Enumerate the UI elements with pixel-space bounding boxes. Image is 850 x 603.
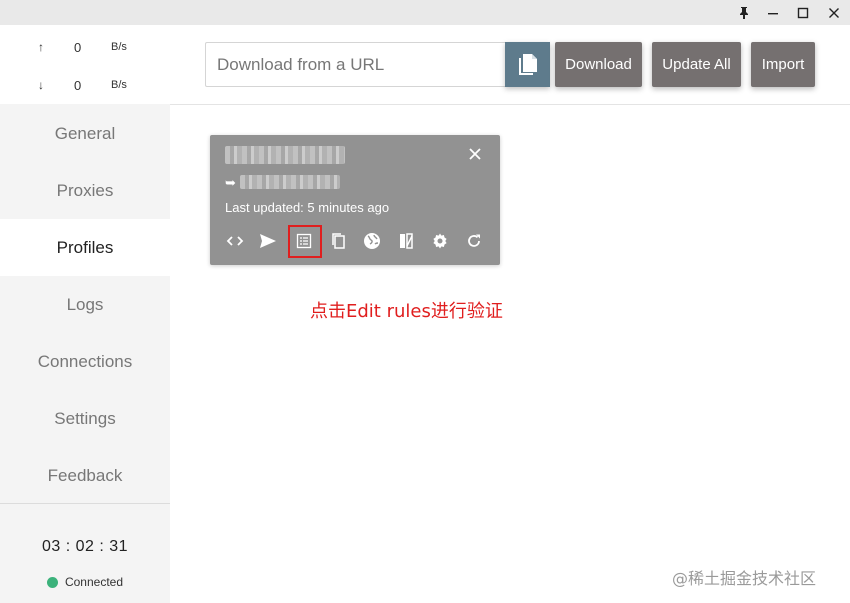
- parser-icon[interactable]: [395, 230, 417, 252]
- card-close-icon[interactable]: [467, 146, 483, 162]
- upload-unit: B/s: [111, 41, 127, 53]
- url-input[interactable]: [205, 42, 505, 87]
- maximize-icon[interactable]: [787, 0, 819, 25]
- status-dot-icon: [46, 576, 58, 588]
- header-divider: [170, 104, 850, 105]
- globe-icon[interactable]: [361, 230, 383, 252]
- last-updated-text: Last updated: 5 minutes ago: [225, 200, 390, 215]
- nav-item-general[interactable]: General: [0, 105, 170, 162]
- nav-item-logs[interactable]: Logs: [0, 276, 170, 333]
- annotation-text: 点击Edit rules进行验证: [310, 301, 503, 322]
- sidebar-divider: [0, 503, 170, 504]
- upload-arrow-icon: ↑: [38, 40, 44, 54]
- download-value: 0: [74, 78, 82, 93]
- paste-icon: [518, 53, 537, 75]
- profile-card[interactable]: ➥ Last updated: 5 minutes ago: [210, 135, 500, 265]
- copy-icon[interactable]: [327, 230, 349, 252]
- upload-value: 0: [74, 40, 82, 55]
- nav-item-profiles[interactable]: Profiles: [0, 219, 170, 276]
- paste-button[interactable]: [505, 42, 550, 87]
- nav-item-feedback[interactable]: Feedback: [0, 447, 170, 504]
- minimize-icon[interactable]: [757, 0, 789, 25]
- settings-icon[interactable]: [429, 230, 451, 252]
- traffic-panel: ↑ 0 B/s ↓ 0 B/s: [0, 25, 170, 104]
- profile-url-redacted: [240, 175, 340, 189]
- connection-status: Connected: [0, 575, 170, 589]
- nav-item-connections[interactable]: Connections: [0, 333, 170, 390]
- code-icon[interactable]: [224, 230, 246, 252]
- download-unit: B/s: [111, 79, 127, 91]
- send-icon[interactable]: [257, 230, 279, 252]
- import-button[interactable]: Import: [751, 42, 815, 87]
- upload-speed: ↑ 0 B/s: [0, 38, 170, 58]
- watermark: @稀土掘金技术社区: [672, 569, 817, 588]
- nav-item-proxies[interactable]: Proxies: [0, 162, 170, 219]
- status-label: Connected: [64, 575, 124, 589]
- sidebar: ↑ 0 B/s ↓ 0 B/s General Proxies Profiles…: [0, 25, 170, 603]
- pin-icon[interactable]: [728, 0, 760, 25]
- uptime-clock: 03 : 02 : 31: [41, 538, 129, 555]
- download-arrow-icon: ↓: [38, 78, 44, 92]
- title-bar: [0, 0, 850, 25]
- nav-item-settings[interactable]: Settings: [0, 390, 170, 447]
- close-icon[interactable]: [818, 0, 850, 25]
- refresh-icon[interactable]: [463, 230, 485, 252]
- download-button[interactable]: Download: [555, 42, 642, 87]
- edit-rules-highlight-box: [288, 225, 322, 258]
- download-speed: ↓ 0 B/s: [0, 76, 170, 96]
- url-arrow-icon: ➥: [225, 175, 236, 190]
- profile-name-redacted: [225, 146, 345, 164]
- update-all-button[interactable]: Update All: [652, 42, 741, 87]
